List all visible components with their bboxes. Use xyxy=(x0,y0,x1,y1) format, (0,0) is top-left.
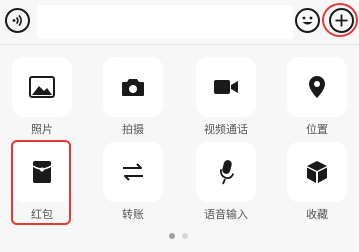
page-indicator-dot-active xyxy=(169,233,175,239)
video-call-icon xyxy=(214,80,238,94)
emoji-icon xyxy=(302,16,313,25)
plus-button-highlight xyxy=(322,3,358,37)
voice-input-label: 语音输入 xyxy=(204,208,248,221)
camera-icon xyxy=(122,79,144,96)
emoji-button[interactable] xyxy=(295,8,320,33)
transfer-arrows-icon xyxy=(123,163,143,181)
microphone-icon xyxy=(220,160,235,185)
location-tile[interactable] xyxy=(287,57,347,117)
voice-input-tile[interactable] xyxy=(196,142,256,202)
camera-label: 拍摄 xyxy=(122,123,144,136)
page-indicator-dot[interactable] xyxy=(182,233,188,239)
panel-divider xyxy=(0,44,359,45)
photo-tile[interactable] xyxy=(12,57,72,117)
red-packet-highlight xyxy=(11,140,71,225)
video-call-label: 视频通话 xyxy=(204,123,248,136)
favorites-label: 收藏 xyxy=(306,208,328,221)
transfer-label: 转账 xyxy=(122,208,144,221)
location-label: 位置 xyxy=(306,123,328,136)
favorites-cube-icon xyxy=(307,161,327,183)
chat-input-bar xyxy=(0,0,359,44)
video-call-tile[interactable] xyxy=(196,57,256,117)
camera-tile[interactable] xyxy=(103,57,163,117)
photo-icon xyxy=(29,76,55,98)
voice-wave-icon xyxy=(12,14,22,27)
transfer-tile[interactable] xyxy=(103,142,163,202)
location-pin-icon xyxy=(309,76,325,98)
favorites-tile[interactable] xyxy=(287,142,347,202)
message-input[interactable] xyxy=(37,5,293,39)
photo-label: 照片 xyxy=(31,123,53,136)
voice-input-button[interactable] xyxy=(5,8,30,33)
